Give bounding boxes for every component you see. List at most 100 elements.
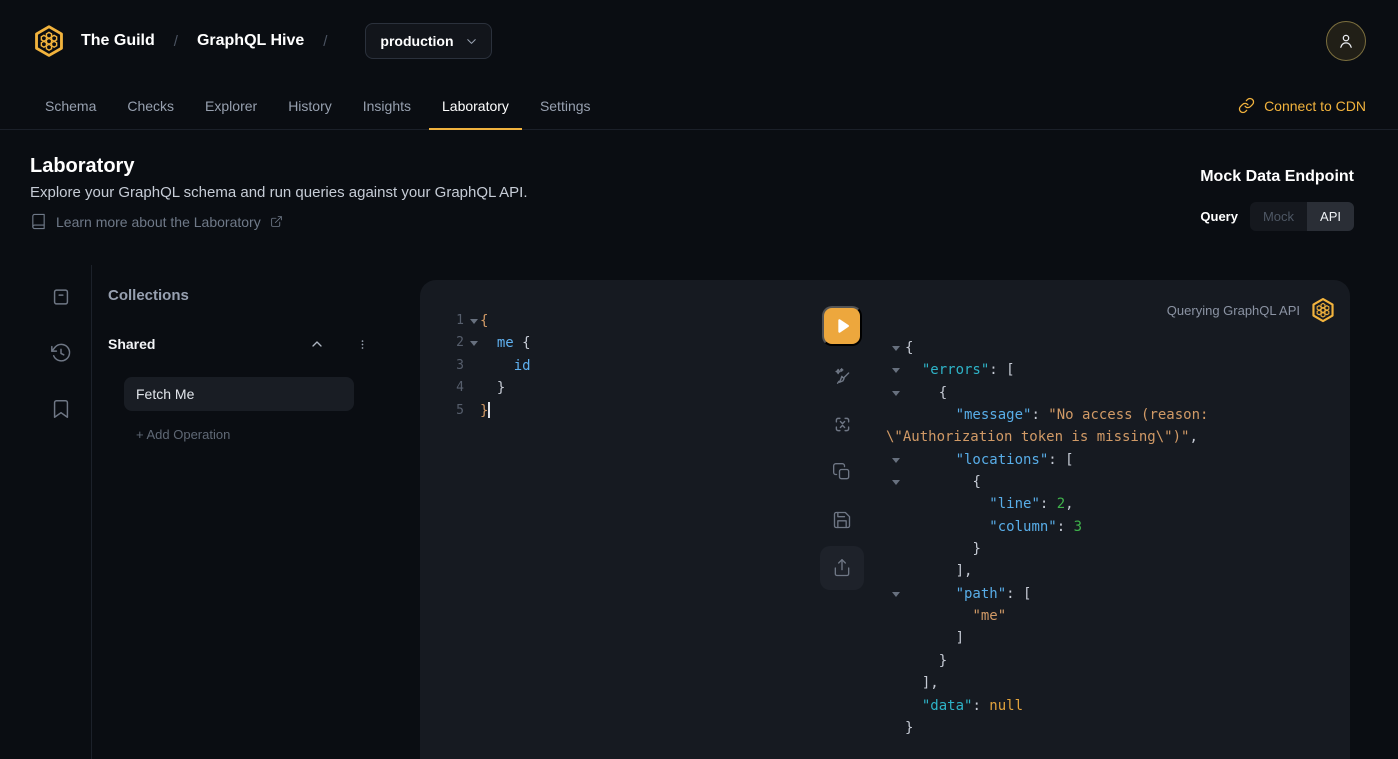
code-line: "message": "No access (reason: <box>886 404 1342 426</box>
tab-history[interactable]: History <box>275 82 345 129</box>
left-rail <box>0 265 91 759</box>
endpoint-option-api[interactable]: API <box>1307 202 1354 231</box>
merge-fragments-icon <box>832 414 853 435</box>
prettify-icon <box>832 366 853 387</box>
external-link-icon <box>270 215 283 228</box>
brand-name[interactable]: The Guild <box>81 32 155 50</box>
code-line: { <box>886 382 1342 404</box>
response-viewer: { "errors": [ { "message": "No access (r… <box>886 337 1342 739</box>
person-icon <box>1336 31 1356 51</box>
chevron-down-icon <box>464 34 479 49</box>
learn-more-label: Learn more about the Laboratory <box>56 214 261 230</box>
tab-explorer[interactable]: Explorer <box>192 82 270 129</box>
text-cursor <box>488 402 490 418</box>
query-editor[interactable]: 1{2 me {3 id4 }5} <box>434 310 814 422</box>
collections-rail-button[interactable] <box>50 286 72 308</box>
code-line: "path": [ <box>886 583 1342 605</box>
code-line: "column": 3 <box>886 516 1342 538</box>
collections-sidebar: Collections Shared Fetch Me + Add Operat… <box>92 265 420 759</box>
mock-endpoint-title: Mock Data Endpoint <box>1200 168 1354 186</box>
code-line: \"Authorization token is missing\")", <box>886 426 1342 448</box>
code-line: } <box>886 538 1342 560</box>
collections-title: Collections <box>108 287 189 304</box>
breadcrumb-separator: / <box>174 33 178 50</box>
bookmark-icon <box>50 398 72 420</box>
page-head: Laboratory Explore your GraphQL schema a… <box>0 130 1398 265</box>
collection-group-shared[interactable]: Shared <box>108 336 370 352</box>
code-line: "line": 2, <box>886 493 1342 515</box>
operation-item[interactable]: Fetch Me <box>124 377 354 411</box>
tab-insights[interactable]: Insights <box>350 82 424 129</box>
code-line: "data": null <box>886 695 1342 717</box>
code-line: "errors": [ <box>886 359 1342 381</box>
collection-group-label: Shared <box>108 336 309 352</box>
graphiql-panel: 1{2 me {3 id4 }5} <box>420 280 1350 759</box>
primary-nav: SchemaChecksExplorerHistoryInsightsLabor… <box>0 82 1398 130</box>
fold-arrow-icon[interactable] <box>892 391 900 396</box>
history-icon <box>50 342 72 364</box>
chevron-up-icon[interactable] <box>309 336 325 352</box>
code-line: 4 } <box>434 377 814 399</box>
fold-arrow-icon[interactable] <box>892 368 900 373</box>
user-avatar[interactable] <box>1326 21 1366 61</box>
connect-to-cdn-label: Connect to CDN <box>1264 98 1366 114</box>
connect-to-cdn-link[interactable]: Connect to CDN <box>1238 82 1366 129</box>
tab-schema[interactable]: Schema <box>32 82 109 129</box>
hive-logo-icon <box>1310 297 1336 323</box>
code-line: { <box>886 337 1342 359</box>
endpoint-option-mock[interactable]: Mock <box>1250 202 1307 231</box>
add-operation-button[interactable]: + Add Operation <box>136 427 230 442</box>
breadcrumb-separator: / <box>323 33 327 50</box>
execute-query-button[interactable] <box>822 306 862 346</box>
kebab-menu-icon[interactable] <box>355 337 370 352</box>
fold-arrow-icon[interactable] <box>892 480 900 485</box>
query-label: Query <box>1200 209 1238 224</box>
collections-box-icon <box>50 286 72 308</box>
book-icon <box>30 213 47 230</box>
nav-tabs: SchemaChecksExplorerHistoryInsightsLabor… <box>32 82 604 129</box>
save-icon <box>832 510 852 530</box>
fold-arrow-icon[interactable] <box>470 319 478 324</box>
history-rail-button[interactable] <box>50 342 72 364</box>
prettify-button[interactable] <box>820 354 864 398</box>
fold-arrow-icon[interactable] <box>470 341 478 346</box>
code-line: { <box>886 471 1342 493</box>
code-line: } <box>886 717 1342 739</box>
tab-laboratory[interactable]: Laboratory <box>429 82 522 129</box>
code-line: "locations": [ <box>886 449 1342 471</box>
merge-fragments-button[interactable] <box>820 402 864 446</box>
app-header: The Guild / GraphQL Hive / production <box>0 0 1398 82</box>
tab-settings[interactable]: Settings <box>527 82 604 129</box>
page-title: Laboratory <box>30 155 134 178</box>
product-name[interactable]: GraphQL Hive <box>197 32 304 50</box>
code-line: 1{ <box>434 310 814 332</box>
fold-arrow-icon[interactable] <box>892 346 900 351</box>
fold-arrow-icon[interactable] <box>892 458 900 463</box>
code-line: 5} <box>434 400 814 422</box>
code-line: ], <box>886 672 1342 694</box>
page-description: Explore your GraphQL schema and run quer… <box>30 184 528 201</box>
code-line: 3 id <box>434 355 814 377</box>
link-icon <box>1238 97 1255 114</box>
play-icon <box>831 315 853 337</box>
code-line: ], <box>886 560 1342 582</box>
copy-icon <box>832 462 852 482</box>
learn-more-link[interactable]: Learn more about the Laboratory <box>30 213 283 230</box>
share-icon <box>832 558 852 578</box>
endpoint-box: Mock Data Endpoint Query MockAPI <box>1200 168 1354 231</box>
environment-selector-label: production <box>380 33 453 49</box>
bookmark-rail-button[interactable] <box>50 398 72 420</box>
save-button[interactable] <box>820 498 864 542</box>
environment-selector[interactable]: production <box>365 23 491 59</box>
code-line: ] <box>886 627 1342 649</box>
copy-query-button[interactable] <box>820 450 864 494</box>
response-status-text: Querying GraphQL API <box>1167 303 1300 318</box>
tab-checks[interactable]: Checks <box>114 82 187 129</box>
code-line: 2 me { <box>434 332 814 354</box>
code-line: "me" <box>886 605 1342 627</box>
hive-logo-icon <box>32 24 66 58</box>
fold-arrow-icon[interactable] <box>892 592 900 597</box>
code-line: } <box>886 650 1342 672</box>
share-button[interactable] <box>820 546 864 590</box>
endpoint-toggle: MockAPI <box>1250 202 1354 231</box>
